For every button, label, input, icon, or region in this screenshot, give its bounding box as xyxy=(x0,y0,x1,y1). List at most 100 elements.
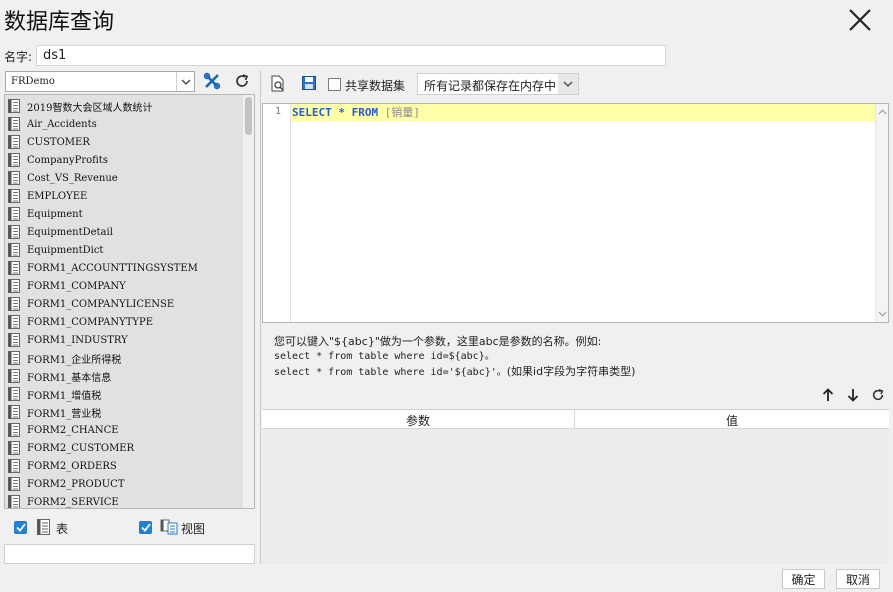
arrow-down-icon xyxy=(847,389,859,402)
table-icon xyxy=(8,225,20,239)
table-list-item[interactable]: FORM2_CUSTOMER xyxy=(8,439,134,457)
hint-note: (如果id字段为字符串类型) xyxy=(506,365,636,378)
editor-scrollbar[interactable] xyxy=(875,104,888,322)
table-list-item[interactable]: FORM1_企业所得税 xyxy=(8,349,121,367)
checkbox-checked-icon[interactable] xyxy=(14,521,27,534)
table-list-scrollbar[interactable] xyxy=(243,95,254,508)
table-list-item[interactable]: FORM1_增值税 xyxy=(8,385,101,403)
table-icon xyxy=(8,351,20,365)
table-list-item[interactable]: FORM1_ACCOUNTTINGSYSTEM xyxy=(8,259,198,277)
table-list-item[interactable]: FORM1_INDUSTRY xyxy=(8,331,128,349)
table-list-body: 2019智数大会区域人数统计 Air_Accidents CUSTOMER Compa… xyxy=(5,95,244,508)
sql-star: * xyxy=(338,106,345,119)
table-name: Equipment xyxy=(27,208,83,220)
hint-example: select * from table where id='${abc}'。 xyxy=(274,367,507,378)
table-name: FORM1_INDUSTRY xyxy=(27,334,128,346)
table-icon xyxy=(8,333,20,347)
refresh-params-button[interactable] xyxy=(866,384,890,406)
table-icon xyxy=(8,387,20,401)
table-list-item[interactable]: CompanyProfits xyxy=(8,151,108,169)
table-name: FORM2_SERVICE xyxy=(27,496,119,508)
ok-button[interactable]: 确定 xyxy=(782,569,825,589)
table-icon xyxy=(8,315,20,329)
move-up-button[interactable] xyxy=(816,384,840,406)
table-list-item[interactable]: 2019智数大会区域人数统计 xyxy=(8,97,152,115)
table-list-item[interactable]: FORM1_COMPANY xyxy=(8,277,126,295)
table-icon xyxy=(37,519,50,538)
table-name: 2019智数大会区域人数统计 xyxy=(27,102,153,114)
name-input[interactable]: ds1 xyxy=(36,45,666,66)
refresh-icon xyxy=(236,74,249,87)
panel-divider[interactable] xyxy=(260,70,261,564)
chevron-down-icon[interactable] xyxy=(176,72,194,91)
table-list-item[interactable]: FORM1_COMPANYLICENSE xyxy=(8,295,174,313)
hint-line: 您可以键入"${abc}"做为一个参数，这里abc是参数的名称。例如: xyxy=(274,335,602,348)
connection-value: FRDemo xyxy=(11,76,55,87)
table-name: FORM1_营业税 xyxy=(27,408,102,420)
table-icon xyxy=(8,369,20,383)
table-name: FORM1_ACCOUNTTINGSYSTEM xyxy=(27,262,198,274)
table-name: EquipmentDetail xyxy=(27,226,113,238)
close-icon[interactable] xyxy=(846,6,874,34)
arrow-up-icon xyxy=(822,388,834,401)
table-list-item[interactable]: Equipment xyxy=(8,205,83,223)
table-list-item[interactable]: FORM1_COMPANYTYPE xyxy=(8,313,153,331)
table-list-item[interactable]: Cost_VS_Revenue xyxy=(8,169,118,187)
scroll-down-icon[interactable] xyxy=(878,311,887,317)
table-list-item[interactable]: FORM1_营业税 xyxy=(8,403,101,421)
cancel-button[interactable]: 取消 xyxy=(836,569,880,589)
table-filter-label: 表 xyxy=(56,522,69,536)
table-list-item[interactable]: FORM2_ORDERS xyxy=(8,457,117,475)
table-icon xyxy=(8,279,20,293)
move-down-button[interactable] xyxy=(841,384,865,406)
table-search-input[interactable] xyxy=(4,544,255,564)
table-list[interactable]: 2019智数大会区域人数统计 Air_Accidents CUSTOMER Compa… xyxy=(4,94,255,509)
preview-button[interactable] xyxy=(266,72,290,94)
table-name: CompanyProfits xyxy=(27,154,108,166)
table-list-item[interactable]: Air_Accidents xyxy=(8,115,97,133)
view-icon xyxy=(160,518,178,539)
table-name: FORM2_PRODUCT xyxy=(27,478,125,490)
parameter-table[interactable]: 参数 值 xyxy=(262,409,889,564)
table-list-item[interactable]: EMPLOYEE xyxy=(8,187,87,205)
column-header-param[interactable]: 参数 xyxy=(262,412,574,429)
save-parameters-button[interactable] xyxy=(297,72,321,94)
shared-dataset-label: 共享数据集 xyxy=(345,79,406,93)
connection-manage-button[interactable] xyxy=(200,70,224,92)
name-label: 名字: xyxy=(4,50,33,64)
table-name: FORM2_ORDERS xyxy=(27,460,117,472)
checkbox-unchecked-icon[interactable] xyxy=(328,78,341,91)
table-name: FORM1_COMPANYTYPE xyxy=(27,316,154,328)
table-icon xyxy=(8,117,20,131)
table-list-item[interactable]: EquipmentDict xyxy=(8,241,103,259)
table-list-item[interactable]: CUSTOMER xyxy=(8,133,90,151)
checkbox-checked-icon[interactable] xyxy=(139,521,152,534)
chevron-down-icon[interactable] xyxy=(558,74,578,94)
table-name: CUSTOMER xyxy=(27,136,90,148)
column-header-value[interactable]: 值 xyxy=(575,412,889,429)
connection-select[interactable]: FRDemo xyxy=(5,71,195,92)
sql-keyword: FROM xyxy=(351,106,379,119)
scroll-up-icon[interactable] xyxy=(878,109,887,115)
table-list-item[interactable]: EquipmentDetail xyxy=(8,223,113,241)
table-list-item[interactable]: FORM2_SERVICE xyxy=(8,493,119,508)
table-name: FORM2_CUSTOMER xyxy=(27,442,135,454)
sql-table-name: [销量] xyxy=(384,106,420,119)
storage-mode-value: 所有记录都保存在内存中 xyxy=(424,79,557,93)
scrollbar-thumb[interactable] xyxy=(245,97,252,135)
table-list-item[interactable]: FORM2_CHANCE xyxy=(8,421,119,439)
table-list-item[interactable]: FORM1_基本信息 xyxy=(8,367,111,385)
parameter-hint: 您可以键入"${abc}"做为一个参数，这里abc是参数的名称。例如: sele… xyxy=(274,334,635,380)
shared-dataset-checkbox[interactable] xyxy=(328,78,341,91)
line-number: 1 xyxy=(274,106,281,117)
table-name: FORM1_COMPANYLICENSE xyxy=(27,298,175,310)
storage-mode-select[interactable]: 所有记录都保存在内存中 xyxy=(417,73,579,95)
table-name: FORM1_基本信息 xyxy=(27,372,112,384)
refresh-icon xyxy=(872,389,884,401)
sql-editor[interactable]: 1 SELECT * FROM [销量] xyxy=(262,103,889,323)
table-filter-checkbox[interactable] xyxy=(14,521,27,534)
table-list-item[interactable]: FORM2_PRODUCT xyxy=(8,475,125,493)
sql-code[interactable]: SELECT * FROM [销量] xyxy=(292,105,420,120)
view-filter-checkbox[interactable] xyxy=(139,521,152,534)
refresh-connection-button[interactable] xyxy=(230,70,254,92)
